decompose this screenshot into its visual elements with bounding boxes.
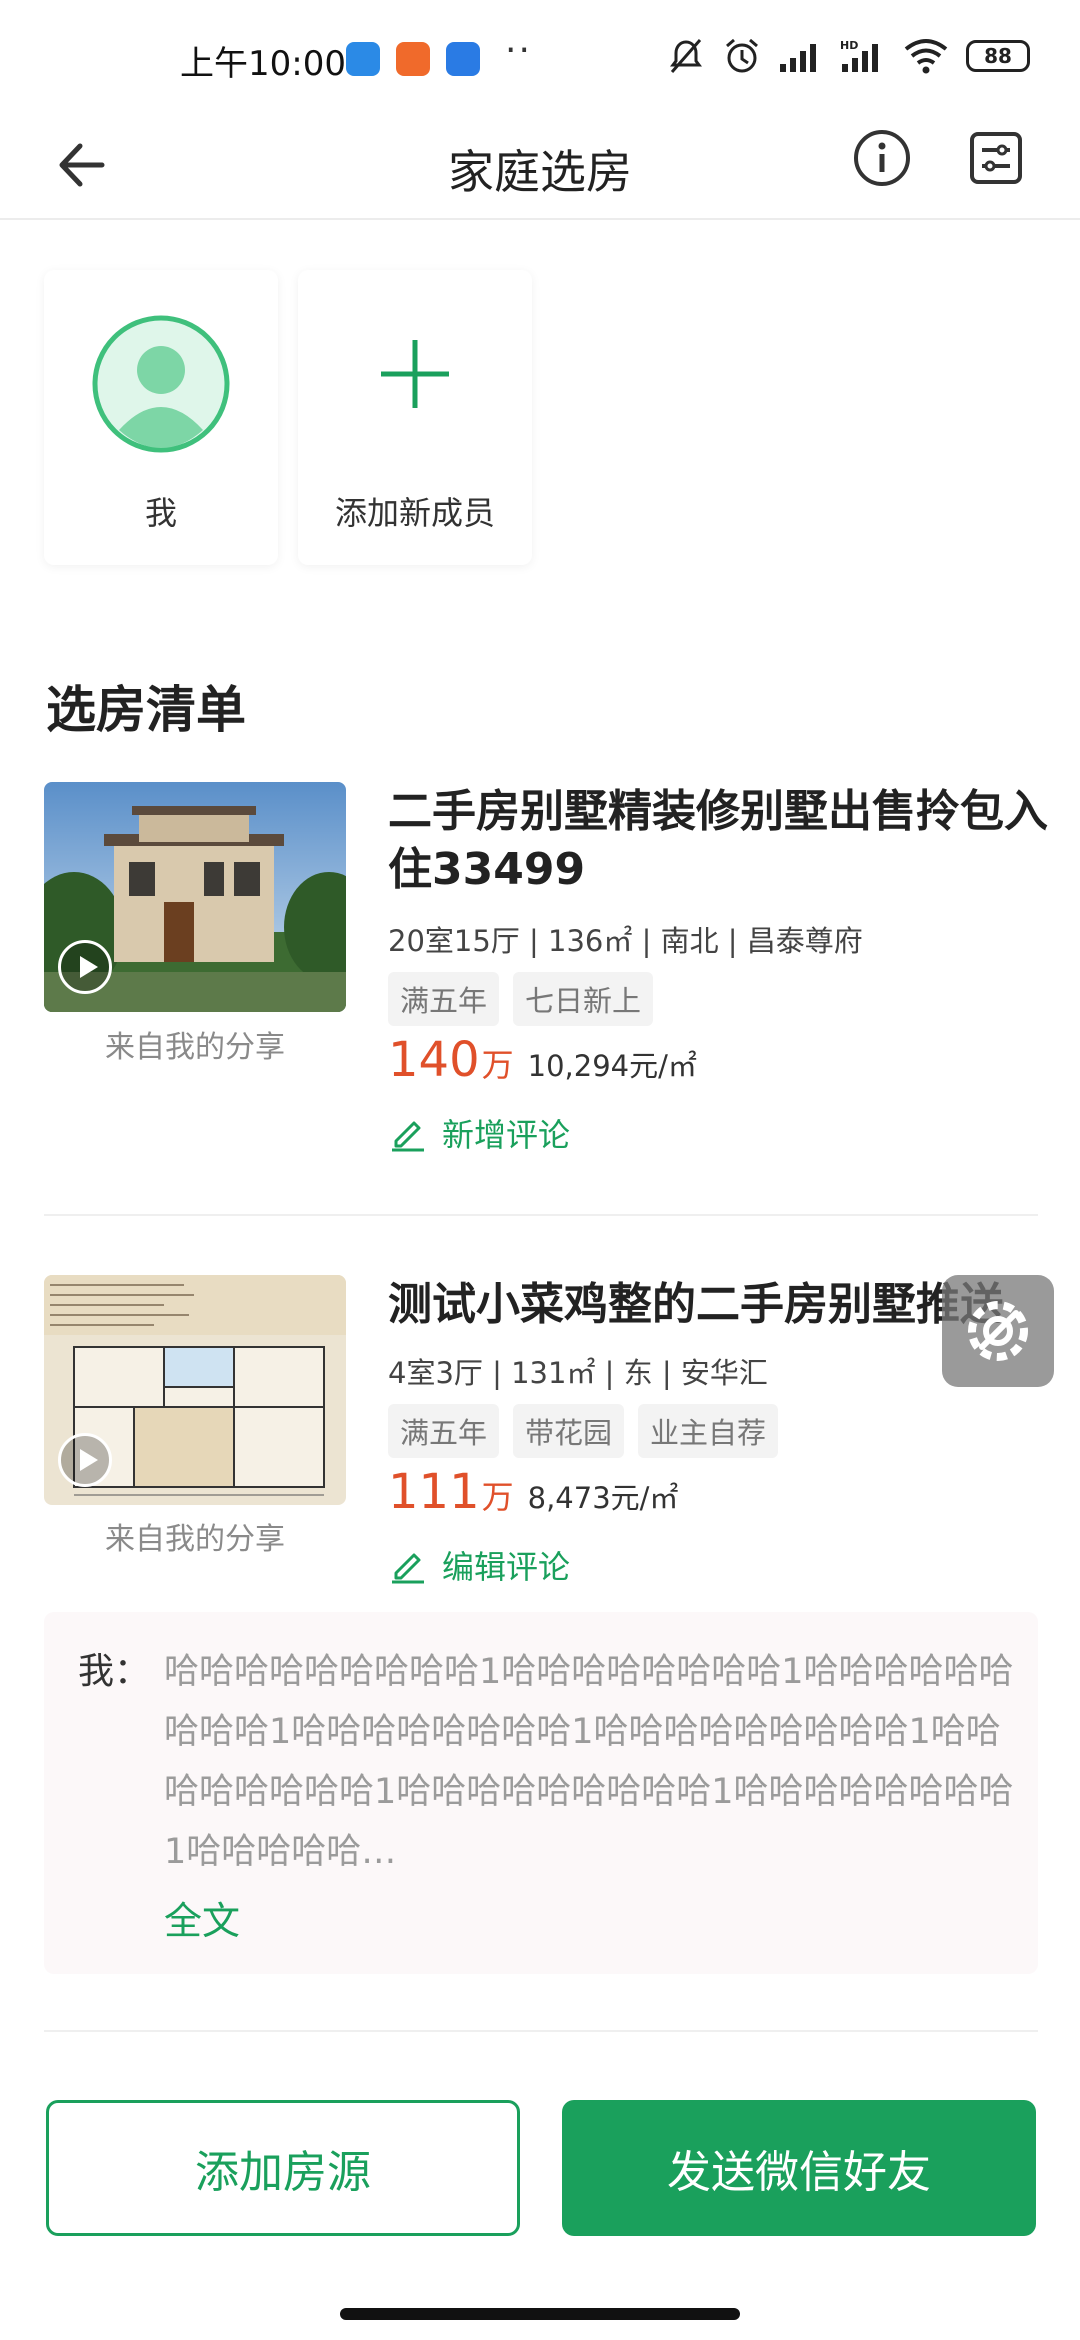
comment-action-label: 新增评论 — [442, 1116, 571, 1154]
signal-icon — [780, 44, 816, 72]
comment-text: 哈哈哈哈哈哈哈哈哈1哈哈哈哈哈哈哈哈1哈哈哈哈哈哈哈哈哈1哈哈哈哈哈哈哈哈1哈哈… — [164, 1652, 1014, 1872]
add-member-label: 添加新成员 — [334, 494, 495, 532]
member-name: 我 — [144, 494, 177, 532]
listing-price-row: 111万 8,473元/㎡ — [388, 1464, 678, 1520]
listing-price-row: 140万 10,294元/㎡ — [388, 1032, 697, 1088]
status-icons: HD 88 — [666, 34, 1030, 78]
alarm-icon — [726, 38, 758, 73]
mute-bell-icon — [670, 39, 702, 73]
listing-source: 来自我的分享 — [105, 1522, 285, 1557]
price-unit: 万 — [481, 1478, 514, 1516]
listing-meta: 4室3厅 | 131㎡ | 东 | 安华汇 — [388, 1356, 768, 1390]
listing-tag: 业主自荐 — [638, 1404, 779, 1458]
broadcast-app-icon — [446, 42, 480, 76]
listing-title[interactable]: 二手房别墅精装修别墅出售拎包入住33499 — [388, 783, 1048, 899]
signal-hd-icon: HD — [840, 39, 878, 72]
edit-comment-button[interactable]: 编辑评论 — [388, 1542, 570, 1588]
price-value: 111 — [388, 1464, 480, 1520]
app-notification-icon — [346, 42, 380, 76]
listing-unit-price: 8,473元/㎡ — [527, 1481, 679, 1515]
listing-tag: 满五年 — [388, 1404, 500, 1458]
svg-text:HD: HD — [840, 39, 858, 52]
floating-tools-button[interactable] — [942, 1275, 1054, 1387]
play-video-icon[interactable] — [58, 940, 112, 994]
status-bar: 上午10:00 ·· HD 88 — [0, 0, 1080, 110]
page-title: 家庭选房 — [448, 145, 632, 199]
nav-bar: 家庭选房 — [0, 110, 1080, 220]
member-card-me[interactable]: 我 — [44, 270, 278, 565]
battery-icon: 88 — [966, 40, 1030, 72]
listing-meta: 20室15厅 | 136㎡ | 南北 | 昌泰尊府 — [388, 924, 863, 958]
expand-full-text-link[interactable]: 全文 — [164, 1890, 240, 1945]
listing-tags: 满五年 带花园 业主自荐 — [388, 1404, 779, 1458]
divider — [44, 2030, 1038, 2032]
status-time: 上午10:00 — [180, 44, 346, 84]
comment-box: 我： 哈哈哈哈哈哈哈哈哈1哈哈哈哈哈哈哈哈1哈哈哈哈哈哈哈哈哈1哈哈哈哈哈哈哈哈… — [44, 1612, 1038, 1974]
section-title: 选房清单 — [46, 681, 246, 739]
plus-icon — [381, 340, 449, 408]
comment-action-label: 编辑评论 — [442, 1548, 571, 1586]
price-unit: 万 — [481, 1046, 514, 1084]
wifi-icon — [904, 39, 948, 74]
gear-wrench-icon — [968, 1301, 1028, 1361]
listing-price: 140万 — [388, 1032, 514, 1088]
avatar-icon — [92, 315, 230, 453]
send-wechat-button[interactable]: 发送微信好友 — [562, 2100, 1036, 2236]
play-video-icon[interactable] — [58, 1433, 112, 1487]
listing-tag: 满五年 — [388, 972, 500, 1026]
listing-source: 来自我的分享 — [105, 1030, 285, 1065]
home-indicator[interactable] — [340, 2308, 740, 2320]
listing-tag: 七日新上 — [513, 972, 654, 1026]
add-comment-button[interactable]: 新增评论 — [388, 1110, 570, 1156]
price-value: 140 — [388, 1032, 480, 1088]
divider — [44, 1214, 1038, 1216]
video-app-icon — [396, 42, 430, 76]
listing-unit-price: 10,294元/㎡ — [527, 1049, 697, 1083]
comment-author: 我： — [78, 1651, 151, 1692]
info-icon[interactable] — [850, 126, 914, 190]
add-listing-button[interactable]: 添加房源 — [46, 2100, 520, 2236]
more-notifications-icon: ·· — [505, 30, 532, 71]
listing-price: 111万 — [388, 1464, 514, 1520]
listing-tags: 满五年 七日新上 — [388, 972, 654, 1026]
pencil-icon — [392, 1553, 424, 1584]
listing-thumbnail[interactable] — [44, 782, 346, 1012]
pencil-icon — [392, 1121, 424, 1152]
listing-tag: 带花园 — [513, 1404, 625, 1458]
listing-thumbnail[interactable] — [44, 1275, 346, 1505]
add-member-card[interactable]: 添加新成员 — [298, 270, 532, 565]
sliders-icon[interactable] — [964, 126, 1028, 190]
